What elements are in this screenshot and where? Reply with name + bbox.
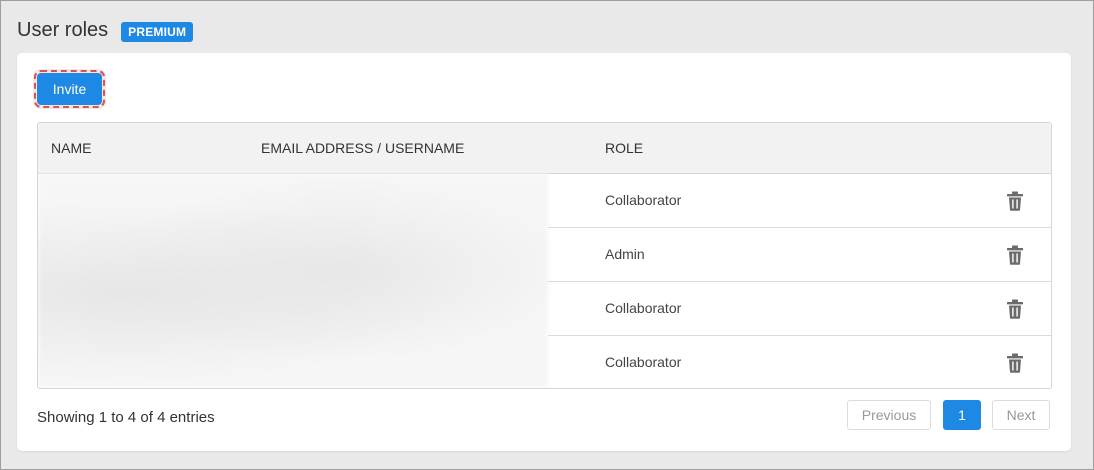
role-cell: Collaborator bbox=[605, 192, 682, 208]
invite-button[interactable]: Invite bbox=[34, 70, 105, 108]
column-header-email: EMAIL ADDRESS / USERNAME bbox=[261, 140, 465, 156]
role-cell: Admin bbox=[605, 246, 645, 262]
next-page-button[interactable]: Next bbox=[992, 400, 1050, 430]
pagination: Previous 1 Next bbox=[17, 400, 1071, 432]
premium-badge: PREMIUM bbox=[121, 21, 194, 42]
trash-icon[interactable] bbox=[1006, 245, 1024, 265]
trash-icon[interactable] bbox=[1006, 191, 1024, 211]
role-cell: Collaborator bbox=[605, 354, 682, 370]
table-row: Collaborator bbox=[548, 174, 1051, 228]
trash-icon[interactable] bbox=[1006, 353, 1024, 373]
table-header: NAME EMAIL ADDRESS / USERNAME ROLE bbox=[38, 123, 1051, 174]
column-header-name: NAME bbox=[51, 140, 92, 156]
page-1-button[interactable]: 1 bbox=[943, 400, 981, 430]
user-roles-card: Invite NAME EMAIL ADDRESS / USERNAME ROL… bbox=[17, 53, 1071, 451]
table-row: Admin bbox=[548, 228, 1051, 282]
role-cell: Collaborator bbox=[605, 300, 682, 316]
column-header-role: ROLE bbox=[605, 140, 644, 156]
previous-page-button[interactable]: Previous bbox=[847, 400, 931, 430]
table-row: Collaborator bbox=[548, 282, 1051, 336]
page-header: User roles PREMIUM bbox=[17, 19, 194, 42]
page-title: User roles bbox=[17, 19, 109, 41]
user-roles-table: NAME EMAIL ADDRESS / USERNAME ROLE Colla… bbox=[37, 122, 1052, 389]
app-frame: User roles PREMIUM Invite NAME EMAIL ADD… bbox=[0, 0, 1094, 470]
table-row: Collaborator bbox=[548, 336, 1051, 388]
redacted-user-details bbox=[38, 174, 548, 388]
trash-icon[interactable] bbox=[1006, 299, 1024, 319]
